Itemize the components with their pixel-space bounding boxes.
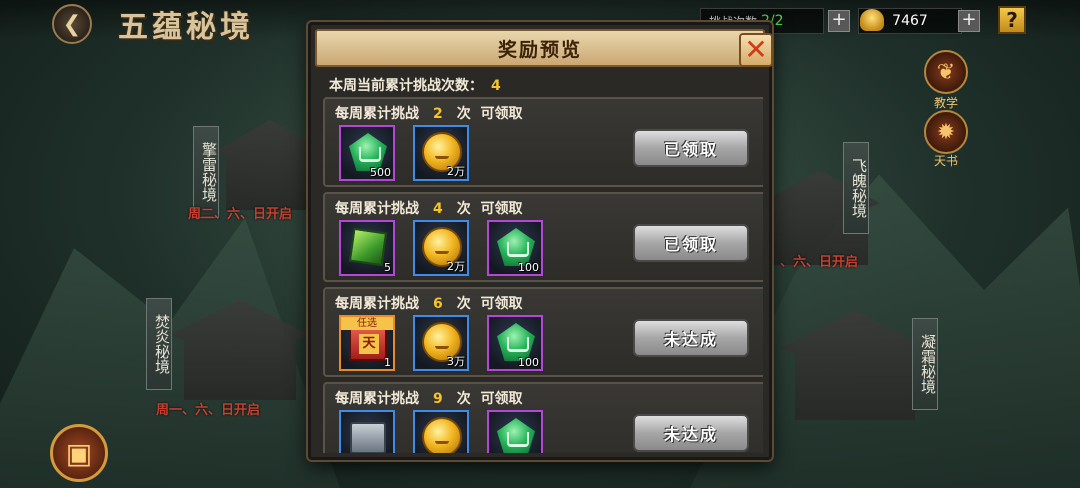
reward-item-slot[interactable]: 3万 <box>413 315 469 371</box>
tutorial-label: 教学 <box>933 96 958 110</box>
tier-title: 每周累计挑战 6 次 可领取 <box>335 293 523 313</box>
item-quantity: 2万 <box>447 260 465 273</box>
tier-action: 可领取 <box>480 391 523 407</box>
reward-item-slot[interactable]: 500 <box>339 125 395 181</box>
realm-open-days: 、六、日开启 <box>780 255 859 270</box>
reward-item-slot[interactable] <box>413 410 469 453</box>
tier-title: 每周累计挑战 2 次 可领取 <box>335 103 523 123</box>
tier-action: 可领取 <box>480 106 523 122</box>
realm-open-days: 周二、六、日开启 <box>188 207 293 222</box>
tier-prefix: 每周累计挑战 <box>335 391 419 407</box>
realm-open-days: 周一、六、日开启 <box>156 403 261 418</box>
tier-count: 9 <box>433 391 443 407</box>
reward-item-slot[interactable]: 5 <box>339 220 395 276</box>
tier-prefix: 每周累计挑战 <box>335 106 419 122</box>
realm-label-feipo[interactable]: 飞魄秘境 <box>843 142 869 234</box>
claimed-button[interactable]: 已领取 <box>633 129 749 167</box>
tutorial-icon[interactable]: ❦ <box>924 50 968 94</box>
choice-tag: 任选 <box>341 317 393 330</box>
close-x-icon[interactable]: ✕ <box>739 33 773 67</box>
reward-tier-card: 每周累计挑战 9 次 可领取 未达成 <box>323 382 763 453</box>
reward-item-slot[interactable]: 100 <box>487 315 543 371</box>
reward-item-slot[interactable]: 天 任选 1 <box>339 315 395 371</box>
reward-tier-card: 每周累计挑战 2 次 可领取 500 2万 已领取 <box>323 97 763 187</box>
tier-suffix: 次 <box>456 391 471 407</box>
tier-title: 每周累计挑战 9 次 可领取 <box>335 388 523 408</box>
page-title: 五蕴秘境 <box>118 10 254 45</box>
tier-count: 4 <box>433 201 443 217</box>
gold-value: 7467 <box>892 13 928 29</box>
weekly-challenge-summary: 本周当前累计挑战次数： 4 <box>329 75 501 95</box>
add-gold-button[interactable]: + <box>958 10 980 32</box>
tier-suffix: 次 <box>456 296 471 312</box>
back-arrow-icon[interactable]: ❮ <box>52 4 92 44</box>
item-quantity: 2万 <box>447 165 465 178</box>
item-quantity: 5 <box>384 261 391 274</box>
tier-action: 可领取 <box>480 296 523 312</box>
tier-count: 6 <box>433 296 443 312</box>
item-quantity: 100 <box>518 261 539 274</box>
jade-cube-icon <box>348 227 388 267</box>
not-achieved-button[interactable]: 未达成 <box>633 414 749 452</box>
tier-action: 可领取 <box>480 201 523 217</box>
dialog-body[interactable]: 本周当前累计挑战次数： 4 每周累计挑战 2 次 可领取 500 2万 已领取 每周累… <box>319 69 763 453</box>
summary-value: 4 <box>491 78 501 94</box>
tian-choice-box-icon: 天 <box>349 327 387 361</box>
claimed-button[interactable]: 已领取 <box>633 224 749 262</box>
reward-tier-card: 每周累计挑战 4 次 可领取 5 2万 100 已领取 <box>323 192 763 282</box>
summary-label: 本周当前累计挑战次数： <box>329 78 483 94</box>
reward-item-slot[interactable] <box>339 410 395 453</box>
tier-title: 每周累计挑战 4 次 可领取 <box>335 198 523 218</box>
item-quantity: 3万 <box>447 355 465 368</box>
reward-item-slot[interactable]: 2万 <box>413 220 469 276</box>
help-button[interactable]: ? <box>998 6 1026 34</box>
reward-item-slot[interactable] <box>487 410 543 453</box>
dialog-header: 奖励预览 ✕ <box>315 29 773 67</box>
tier-prefix: 每周累计挑战 <box>335 296 419 312</box>
box-glyph: 天 <box>359 334 379 354</box>
heavenly-book-label: 天书 <box>933 154 958 168</box>
reward-item-slot[interactable]: 2万 <box>413 125 469 181</box>
tier-suffix: 次 <box>456 201 471 217</box>
green-gem-book-icon <box>497 418 535 453</box>
dialog-title: 奖励预览 <box>497 38 582 61</box>
item-quantity: 100 <box>518 356 539 369</box>
heavenly-book-icon[interactable]: ✹ <box>924 110 968 154</box>
item-quantity: 500 <box>370 166 391 179</box>
reward-item-slot[interactable]: 100 <box>487 220 543 276</box>
item-quantity: 1 <box>384 356 391 369</box>
tier-prefix: 每周累计挑战 <box>335 201 419 217</box>
add-times-button[interactable]: + <box>828 10 850 32</box>
reward-preview-dialog: 奖励预览 ✕ 本周当前累计挑战次数： 4 每周累计挑战 2 次 可领取 500 2万 … <box>308 22 773 460</box>
realm-label-ningshuang[interactable]: 凝霜秘境 <box>912 318 938 410</box>
gold-ingot-icon <box>860 9 884 31</box>
tier-count: 2 <box>433 106 443 122</box>
treasure-chest-icon[interactable]: ▣ <box>50 424 108 482</box>
realm-label-fenyan[interactable]: 焚炎秘境 <box>146 298 172 390</box>
silver-chest-icon <box>350 422 386 453</box>
reward-tier-card: 每周累计挑战 6 次 可领取 天 任选 1 3万 100 未达成 <box>323 287 763 377</box>
gold-coin-icon <box>422 417 462 453</box>
not-achieved-button[interactable]: 未达成 <box>633 319 749 357</box>
tier-suffix: 次 <box>456 106 471 122</box>
